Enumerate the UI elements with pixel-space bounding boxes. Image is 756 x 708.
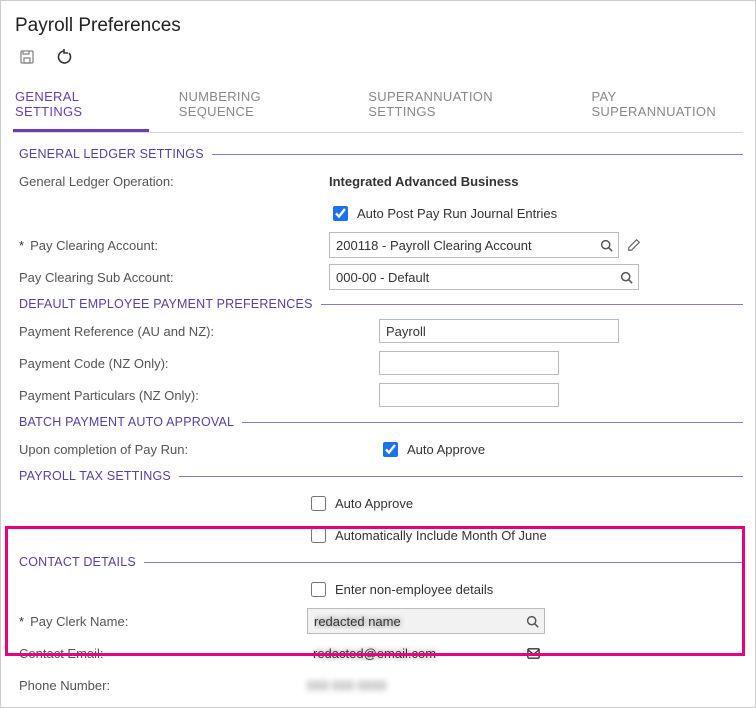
include-june-checkbox[interactable]: [311, 528, 326, 543]
payment-reference-label: Payment Reference (AU and NZ):: [19, 324, 379, 339]
phone-number-label: Phone Number:: [19, 678, 307, 693]
pay-clearing-sub-value: 000-00 - Default: [336, 270, 618, 285]
pencil-icon: [627, 238, 641, 252]
contact-email-field[interactable]: redacted@email.com: [307, 640, 545, 666]
auto-post-label: Auto Post Pay Run Journal Entries: [357, 206, 557, 221]
section-rule: [242, 422, 743, 423]
upon-completion-label: Upon completion of Pay Run:: [19, 442, 379, 457]
section-title: CONTACT DETAILS: [19, 555, 136, 569]
gl-operation-label: General Ledger Operation:: [19, 174, 329, 189]
pay-clearing-account-value: 200118 - Payroll Clearing Account: [336, 238, 598, 253]
section-header-tax: PAYROLL TAX SETTINGS: [19, 469, 743, 483]
pay-clerk-label: * Pay Clerk Name:: [19, 614, 307, 629]
toolbar: [13, 45, 743, 75]
tab-superannuation-settings[interactable]: SUPERANNUATION SETTINGS: [366, 83, 561, 132]
tab-pay-superannuation[interactable]: PAY SUPERANNUATION: [589, 83, 743, 132]
required-marker: *: [19, 238, 24, 253]
section-header-contact: CONTACT DETAILS: [19, 555, 743, 569]
section-rule: [179, 476, 743, 477]
tab-general-settings[interactable]: GENERAL SETTINGS: [13, 83, 149, 132]
mail-icon[interactable]: [525, 645, 541, 661]
section-header-batch: BATCH PAYMENT AUTO APPROVAL: [19, 415, 743, 429]
required-marker: *: [19, 614, 24, 629]
section-header-gl: GENERAL LEDGER SETTINGS: [19, 147, 743, 161]
batch-auto-approve-label: Auto Approve: [407, 442, 485, 457]
enter-non-employee-checkbox[interactable]: [311, 582, 326, 597]
auto-post-checkbox-wrap[interactable]: Auto Post Pay Run Journal Entries: [329, 203, 557, 224]
batch-auto-approve-checkbox[interactable]: [383, 442, 398, 457]
save-icon: [19, 49, 35, 65]
section-rule: [144, 562, 743, 563]
section-header-defpay: DEFAULT EMPLOYEE PAYMENT PREFERENCES: [19, 297, 743, 311]
section-title: GENERAL LEDGER SETTINGS: [19, 147, 204, 161]
section-title: PAYROLL TAX SETTINGS: [19, 469, 171, 483]
tab-numbering-sequence[interactable]: NUMBERING SEQUENCE: [177, 83, 339, 132]
contact-email-label: Contact Email:: [19, 646, 307, 661]
pay-clearing-sub-label: Pay Clearing Sub Account:: [19, 270, 329, 285]
tax-auto-approve-checkbox[interactable]: [311, 496, 326, 511]
search-icon[interactable]: [598, 237, 614, 253]
pay-clerk-name-field[interactable]: redacted name: [307, 608, 545, 634]
tax-auto-approve-wrap[interactable]: Auto Approve: [307, 493, 413, 514]
include-june-label: Automatically Include Month Of June: [335, 528, 547, 543]
payment-particulars-input[interactable]: [379, 383, 559, 407]
tabs: GENERAL SETTINGS NUMBERING SEQUENCE SUPE…: [13, 75, 743, 133]
revert-button[interactable]: [55, 47, 75, 67]
pay-clearing-account-field[interactable]: 200118 - Payroll Clearing Account: [329, 232, 619, 258]
include-june-wrap[interactable]: Automatically Include Month Of June: [307, 525, 547, 546]
contact-email-value: redacted@email.com: [313, 646, 525, 661]
enter-non-employee-label: Enter non-employee details: [335, 582, 493, 597]
save-button[interactable]: [17, 47, 37, 67]
gl-operation-value: Integrated Advanced Business: [329, 174, 519, 189]
page-title: Payroll Preferences: [15, 15, 743, 37]
payment-reference-input[interactable]: [379, 319, 619, 343]
edit-pay-clearing-button[interactable]: [625, 236, 643, 254]
payment-particulars-label: Payment Particulars (NZ Only):: [19, 388, 379, 403]
undo-icon: [56, 48, 74, 66]
payroll-preferences-page: Payroll Preferences GENERAL SETTINGS NUM…: [0, 0, 756, 708]
search-icon[interactable]: [618, 269, 634, 285]
enter-non-employee-wrap[interactable]: Enter non-employee details: [307, 579, 493, 600]
search-icon[interactable]: [524, 613, 540, 629]
batch-auto-approve-wrap[interactable]: Auto Approve: [379, 439, 485, 460]
form-area: GENERAL LEDGER SETTINGS General Ledger O…: [13, 147, 743, 699]
section-title: DEFAULT EMPLOYEE PAYMENT PREFERENCES: [19, 297, 313, 311]
pay-clearing-sub-field[interactable]: 000-00 - Default: [329, 264, 639, 290]
phone-number-value: 000 000 0000: [307, 678, 387, 693]
auto-post-checkbox[interactable]: [333, 206, 348, 221]
section-title: BATCH PAYMENT AUTO APPROVAL: [19, 415, 234, 429]
pay-clearing-label: * Pay Clearing Account:: [19, 238, 329, 253]
payment-code-input[interactable]: [379, 351, 559, 375]
payment-code-label: Payment Code (NZ Only):: [19, 356, 379, 371]
section-rule: [212, 154, 743, 155]
tax-auto-approve-label: Auto Approve: [335, 496, 413, 511]
pay-clerk-name-value: redacted name: [314, 614, 524, 629]
section-rule: [321, 304, 743, 305]
